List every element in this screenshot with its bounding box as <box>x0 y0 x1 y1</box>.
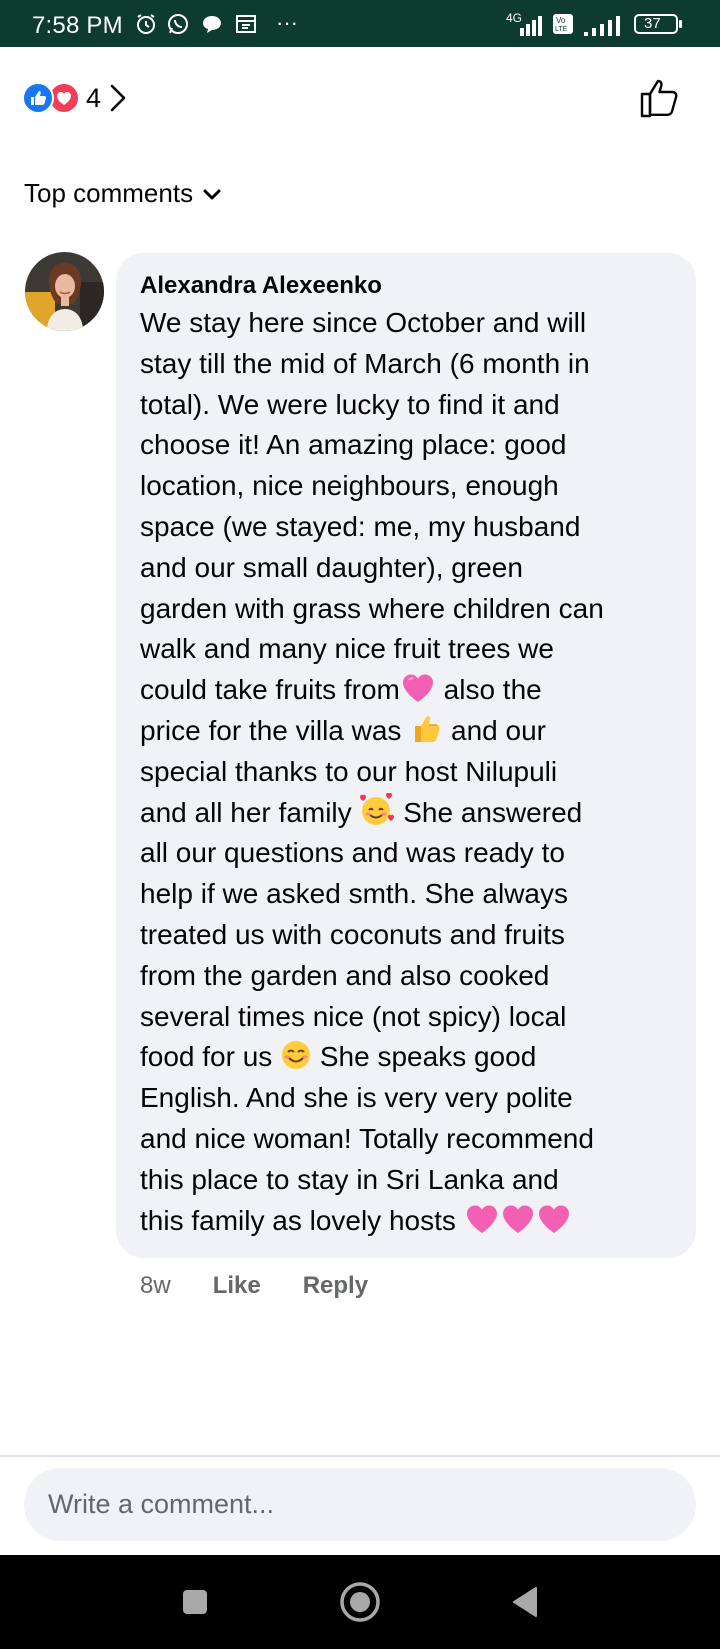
comment-fragment: She speaks good <box>319 1041 537 1073</box>
status-time: 7:58 PM <box>32 12 123 39</box>
chevron-down-icon <box>203 189 221 199</box>
battery-icon: 37 <box>634 10 684 38</box>
chat-icon <box>203 16 221 33</box>
comment-fragment: food for us <box>140 1041 273 1073</box>
smiling-face-with-hearts-emoji-icon <box>360 792 395 825</box>
volte-icon: Vo LTE <box>553 14 573 34</box>
comment-line: location, nice neighbours, enough <box>140 470 559 502</box>
comment-line: from the garden and also cooked <box>140 959 550 991</box>
alarm-icon <box>137 14 155 34</box>
signal-icon: 4G <box>506 11 542 36</box>
comment-line: and all her family She answered <box>140 792 674 834</box>
comment-line: this family as lovely hosts <box>140 1201 674 1242</box>
comment-line: total). We were lucky to find it and <box>140 388 560 420</box>
comment-line: could take fruits from also the <box>140 670 674 711</box>
comment-fragment: price for the villa was <box>140 714 402 746</box>
pink-heart-emoji-icon <box>502 1205 533 1233</box>
comment-sort-selector[interactable]: Top comments <box>24 178 221 209</box>
comment-line: special thanks to our host Nilupuli <box>140 755 558 787</box>
comment-text: We stay here since October and will stay… <box>140 303 674 1241</box>
reply-button[interactable]: Reply <box>303 1272 368 1300</box>
comment-line: this place to stay in Sri Lanka and <box>140 1163 559 1195</box>
comment-fragment: also the <box>443 674 542 706</box>
comment-composer[interactable] <box>24 1468 696 1541</box>
thumbs-up-emoji-icon <box>415 715 440 742</box>
comment-timestamp[interactable]: 8w <box>140 1272 171 1300</box>
recents-icon <box>183 1590 207 1614</box>
reactions-summary[interactable]: 4 <box>22 80 127 116</box>
comment-line: and nice woman! Totally recommend <box>140 1122 594 1154</box>
back-button[interactable] <box>500 1555 550 1649</box>
like-reaction-icon <box>22 82 54 114</box>
comment-line: help if we asked smth. She always <box>140 878 568 910</box>
network-label: 4G <box>506 11 522 25</box>
comment-line: all our questions and was ready to <box>140 837 565 869</box>
comment-bubble: Alexandra Alexeenko We stay here since O… <box>116 253 696 1258</box>
chevron-right-icon <box>110 84 126 112</box>
comment-line: choose it! An amazing place: good <box>140 429 567 461</box>
comment-line: walk and many nice fruit trees we <box>140 633 554 665</box>
like-post-button[interactable] <box>638 76 682 120</box>
comment-line: food for us She speaks good <box>140 1037 674 1078</box>
pink-heart-emoji-icon <box>402 674 433 703</box>
pink-heart-emoji-icon <box>466 1205 497 1233</box>
system-nav-bar <box>0 1555 720 1649</box>
comment-line: and our small daughter), green <box>140 551 523 583</box>
comment-line: English. And she is very very polite <box>140 1082 573 1114</box>
avatar-image <box>25 252 104 331</box>
recents-button[interactable] <box>170 1555 220 1649</box>
comment-line: several times nice (not spicy) local <box>140 1000 567 1032</box>
battery-level: 37 <box>644 15 661 32</box>
comment-fragment: this family as lovely hosts <box>140 1204 456 1236</box>
comment-fragment: could take fruits from <box>140 674 400 706</box>
status-bar: 7:58 PM ··· 4G Vo LTE 37 <box>0 0 720 47</box>
signal-2-icon <box>584 16 620 36</box>
comment-line: price for the villa was and our <box>140 711 674 752</box>
comment-actions: 8w Like Reply <box>140 1272 410 1300</box>
whatsapp-icon <box>168 14 188 34</box>
comment-fragment: and all her family <box>140 796 352 828</box>
like-comment-button[interactable]: Like <box>213 1272 261 1300</box>
comment-line: space (we stayed: me, my husband <box>140 510 581 542</box>
avatar[interactable] <box>25 252 104 331</box>
sort-label: Top comments <box>24 178 194 208</box>
svg-text:Vo: Vo <box>556 16 566 25</box>
back-icon <box>513 1587 537 1617</box>
smiling-face-emoji-icon <box>282 1041 311 1070</box>
pink-heart-emoji-icon <box>538 1205 569 1233</box>
comment-input[interactable] <box>48 1468 668 1541</box>
gallery-icon <box>236 15 256 33</box>
svg-text:LTE: LTE <box>555 26 568 33</box>
comment-line: treated us with coconuts and fruits <box>140 918 565 950</box>
composer-divider <box>0 1455 720 1457</box>
comment-author[interactable]: Alexandra Alexeenko <box>140 270 674 302</box>
reaction-count: 4 <box>86 82 102 113</box>
home-button[interactable] <box>335 1555 385 1649</box>
comment-fragment: She answered <box>403 796 583 828</box>
comment-line: We stay here since October and will <box>140 307 587 338</box>
comment-fragment: and our <box>451 714 546 746</box>
home-icon <box>340 1582 380 1622</box>
comment-line: garden with grass where children can <box>140 592 604 624</box>
comment-line: stay till the mid of March (6 month in <box>140 347 590 379</box>
status-overflow: ··· <box>276 10 298 35</box>
